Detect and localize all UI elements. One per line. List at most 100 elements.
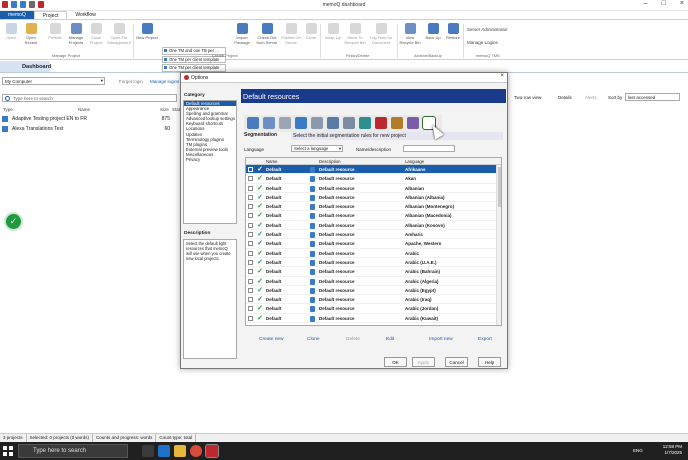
file-explorer-icon[interactable] <box>174 445 186 457</box>
row-checkbox[interactable] <box>246 193 256 201</box>
alerts-button[interactable]: Alerts <box>585 95 597 100</box>
grid-column-language[interactable]: Language <box>403 158 501 164</box>
wrap-up-button[interactable]: Wrap Up <box>322 23 344 41</box>
auto-translation-icon[interactable] <box>279 117 291 129</box>
column-type[interactable]: Type <box>3 107 13 112</box>
project-row[interactable]: Alexa Translations Test 60 <box>2 125 178 134</box>
row-checkbox[interactable] <box>246 230 256 238</box>
chrome-icon[interactable] <box>190 445 202 457</box>
task-view-icon[interactable] <box>142 445 154 457</box>
taskbar-search-box[interactable]: Type here to search <box>18 444 128 458</box>
status-counts[interactable]: Counts and progress: words <box>93 434 157 442</box>
term-base-icon[interactable] <box>263 117 275 129</box>
column-status[interactable]: Stat <box>172 107 180 112</box>
tm-template-option[interactable]: One TM per client template <box>162 64 226 72</box>
check-out-button[interactable]: Check Out from Server <box>255 23 279 45</box>
row-checkbox[interactable] <box>246 267 256 275</box>
autocorrect-icon[interactable] <box>343 117 355 129</box>
row-checkbox[interactable] <box>246 211 256 219</box>
row-checkbox[interactable] <box>246 221 256 229</box>
open-recent-button[interactable]: Open Recent <box>20 23 42 45</box>
ignore-list-icon[interactable] <box>327 117 339 129</box>
row-checkbox[interactable] <box>246 184 256 192</box>
grid-column-description[interactable]: Description <box>317 158 403 164</box>
restore-button[interactable]: Restore <box>442 23 464 41</box>
tab-memoq[interactable]: memoQ <box>0 11 34 19</box>
move-to-recycle-bin-button[interactable]: Move To Recycle Bin <box>344 23 366 45</box>
clone-button[interactable]: Clone <box>300 23 322 41</box>
cancel-button[interactable]: Cancel <box>445 357 468 367</box>
sort-by-dropdown[interactable]: last accessed <box>625 93 680 101</box>
resource-row[interactable]: ✓ Default Default resource Arabic <box>246 249 501 258</box>
manage-logins-button[interactable]: Manage Logins <box>467 40 498 45</box>
two-row-view-button[interactable]: Two-row view <box>514 95 541 100</box>
presets-button[interactable]: Presets <box>44 23 66 41</box>
resource-row[interactable]: ✓ Default Default resource Arabic (Iraq) <box>246 295 501 305</box>
row-checkbox[interactable] <box>246 304 256 312</box>
row-checkbox[interactable] <box>246 277 256 285</box>
new-project-button[interactable]: New Project <box>136 23 158 41</box>
resource-row[interactable]: ✓ Default Default resource Amharic <box>246 230 501 240</box>
back-up-button[interactable]: Back Up <box>422 23 444 41</box>
tab-workflow[interactable]: Workflow <box>67 11 103 19</box>
manage-projects-button[interactable]: Manage Projects <box>65 23 87 45</box>
resource-row[interactable]: ✓ Default Default resource Arabic (Egypt) <box>246 286 501 296</box>
translation-memory-icon[interactable] <box>247 117 259 129</box>
export-path-icon[interactable] <box>311 117 323 129</box>
open-button[interactable]: Open <box>0 23 22 41</box>
language-dropdown[interactable]: Select a language <box>291 145 343 152</box>
clone-link[interactable]: Clone <box>307 337 320 342</box>
manage-logins-link[interactable]: Manage logins <box>150 79 179 84</box>
resource-row[interactable]: ✓ Default Default resource Albanian (Albani… <box>246 193 501 203</box>
export-link[interactable]: Export <box>478 337 492 342</box>
category-item[interactable]: Privacy <box>184 157 236 162</box>
view-recycle-bin-button[interactable]: View Recycle Bin <box>399 23 421 45</box>
row-checkbox[interactable] <box>246 174 256 182</box>
row-checkbox[interactable] <box>246 286 256 294</box>
row-checkbox[interactable] <box>246 314 256 322</box>
resource-row[interactable]: ✓ Default Default resource Albanian <box>246 184 501 193</box>
resource-row[interactable]: ✓ Default Default resource Akan <box>246 174 501 184</box>
name-description-input[interactable] <box>403 145 455 152</box>
row-checkbox[interactable] <box>246 202 256 210</box>
font-substitution-icon[interactable] <box>407 117 419 129</box>
input-language[interactable]: ENG <box>633 448 643 453</box>
memoq-taskbar-icon[interactable] <box>205 444 219 458</box>
column-name[interactable]: Name <box>78 107 90 112</box>
edge-icon[interactable] <box>158 445 170 457</box>
server-administrator-button[interactable]: Server Administrator <box>467 27 508 32</box>
resource-row[interactable]: ✓ Default Default resource Arabic (Bahrain) <box>246 267 501 277</box>
details-button[interactable]: Details <box>558 95 572 100</box>
grid-scrollbar[interactable] <box>496 165 501 325</box>
filter-icon[interactable] <box>295 117 307 129</box>
resource-row[interactable]: ✓ Default Default resource Albanian (Monten… <box>246 202 501 212</box>
create-new-link[interactable]: Create new <box>259 337 284 342</box>
lqa-icon[interactable] <box>375 117 387 129</box>
row-checkbox[interactable] <box>246 249 256 257</box>
resource-row[interactable]: ✓ Default Default resource Arabic (U.A.E.) <box>246 258 501 268</box>
resource-row[interactable]: ✓ Default Default resource Afrikaans <box>246 165 501 175</box>
forget-login-link[interactable]: Forget login <box>119 79 143 84</box>
apply-button[interactable]: Apply <box>412 357 435 367</box>
resource-row[interactable]: ✓ Default Default resource Arabic (Algeria) <box>246 277 501 286</box>
tab-project[interactable]: Project <box>33 11 68 19</box>
status-count-type[interactable]: Count type: total <box>156 434 197 442</box>
dashboard-tab[interactable]: Dashboard <box>0 61 51 72</box>
import-new-link[interactable]: Import new <box>429 337 453 342</box>
row-checkbox[interactable] <box>246 165 256 173</box>
close-project-button[interactable]: Close Project <box>85 23 107 45</box>
ok-button[interactable]: OK <box>384 357 407 367</box>
row-checkbox[interactable] <box>246 295 256 303</box>
open-for-management-button[interactable]: Open For Management <box>106 23 132 45</box>
system-clock[interactable]: 12:58 PM 1/7/2025 <box>663 444 682 456</box>
resource-row[interactable]: ✓ Default Default resource Albanian (Macedo… <box>246 211 501 221</box>
web-search-icon[interactable] <box>391 117 403 129</box>
minimize-icon[interactable]: – <box>644 0 648 7</box>
grid-column-name[interactable]: Name <box>264 158 309 164</box>
close-icon[interactable]: × <box>680 0 684 7</box>
dialog-close-icon[interactable]: × <box>500 73 504 79</box>
publish-on-server-button[interactable]: Publish On Server <box>280 23 302 45</box>
delete-link[interactable]: Delete <box>346 337 360 342</box>
windows-start-icon[interactable] <box>3 446 13 456</box>
column-size[interactable]: Size <box>160 107 169 112</box>
